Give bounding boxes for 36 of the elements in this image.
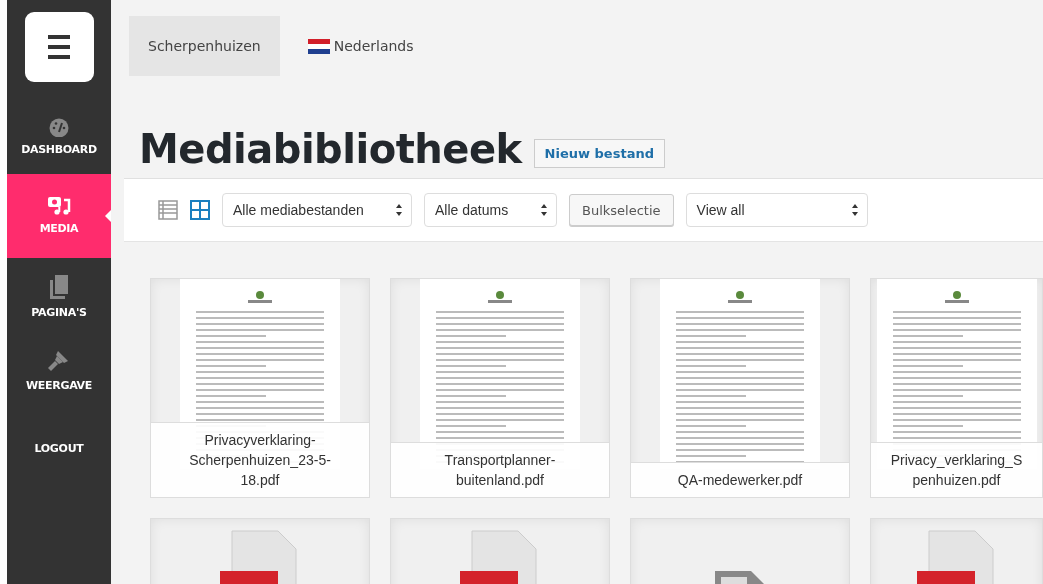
list-view-icon[interactable] bbox=[158, 200, 178, 220]
sidebar-label: PAGINA'S bbox=[31, 306, 87, 319]
flag-icon bbox=[307, 38, 330, 54]
select-arrows-icon bbox=[540, 203, 548, 217]
select-arrows-icon bbox=[395, 203, 403, 217]
site-link[interactable]: Scherpenhuizen bbox=[129, 16, 280, 76]
media-card[interactable]: Privacyverklaring- Scherpenhuizen_23-5- 18.pdf bbox=[150, 278, 370, 498]
sidebar-label: DASHBOARD bbox=[21, 143, 97, 156]
pages-icon bbox=[49, 274, 69, 300]
menu-button[interactable] bbox=[24, 12, 94, 82]
bulk-select-button[interactable]: Bulkselectie bbox=[569, 194, 674, 226]
media-type-select[interactable]: Alle mediabestanden bbox=[222, 193, 412, 227]
file-name: QA-medewerker.pdf bbox=[631, 462, 849, 497]
view-select[interactable]: View all bbox=[685, 193, 868, 227]
page-title: Mediabibliotheek bbox=[139, 125, 522, 174]
date-select[interactable]: Alle datums bbox=[424, 193, 557, 227]
select-arrows-icon bbox=[850, 203, 859, 217]
sidebar-item[interactable]: LOGOUT bbox=[7, 410, 111, 475]
sidebar-item[interactable]: MEDIA bbox=[7, 174, 111, 258]
sidebar-item[interactable]: WEERGAVE bbox=[7, 337, 111, 406]
language-link[interactable]: Nederlands bbox=[293, 16, 428, 76]
file-name: Privacyverklaring- Scherpenhuizen_23-5- 18.pdf bbox=[151, 422, 369, 497]
media-card[interactable]: Transportplanner- buitenland.pdf bbox=[390, 278, 610, 498]
sidebar-label: WEERGAVE bbox=[25, 379, 93, 392]
menu-icon bbox=[47, 34, 71, 60]
file-name: Privacy_verklaring_S penhuizen.pdf bbox=[871, 442, 1042, 497]
media-card[interactable]: QA-medewerker.pdf bbox=[630, 278, 850, 498]
grid-view-icon[interactable] bbox=[190, 200, 210, 220]
sidebar-label: LOGOUT bbox=[34, 442, 84, 455]
gauge-icon bbox=[48, 117, 70, 137]
sidebar-item[interactable]: PAGINA'S bbox=[7, 264, 111, 333]
sidebar-label: MEDIA bbox=[39, 221, 79, 235]
sidebar-item[interactable]: DASHBOARD bbox=[7, 107, 111, 170]
file-name: Transportplanner- buitenland.pdf bbox=[391, 442, 609, 497]
new-file-button[interactable]: Nieuw bestand bbox=[533, 138, 665, 168]
media-card[interactable]: Privacy_verklaring_S penhuizen.pdf bbox=[870, 278, 1043, 498]
